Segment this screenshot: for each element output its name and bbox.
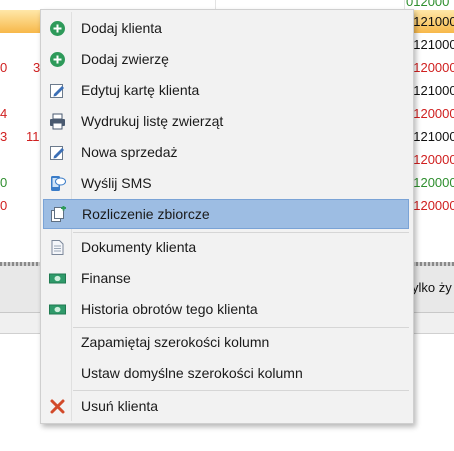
menu-item-edytuj-karte-klienta[interactable]: Edytuj kartę klienta bbox=[43, 76, 409, 105]
money-icon bbox=[49, 304, 66, 315]
cell-fragment: 4 bbox=[0, 106, 8, 121]
delete-x-icon bbox=[50, 399, 65, 414]
add-circle-icon bbox=[50, 21, 65, 36]
document-icon bbox=[51, 240, 64, 255]
context-menu: Dodaj klienta Dodaj zwierzę Edytuj kartę… bbox=[40, 9, 414, 424]
menu-item-label: Usuń klienta bbox=[81, 398, 159, 414]
cell-fragment: 3 bbox=[0, 129, 8, 144]
menu-item-label: Dodaj zwierzę bbox=[81, 51, 169, 67]
menu-item-label: Edytuj kartę klienta bbox=[81, 82, 200, 98]
menu-item-wyslij-sms[interactable]: Wyślij SMS bbox=[43, 169, 409, 198]
menu-item-label: Finanse bbox=[81, 270, 131, 286]
menu-item-dodaj-klienta[interactable]: Dodaj klienta bbox=[43, 14, 409, 43]
menu-item-label: Rozliczenie zbiorcze bbox=[82, 206, 210, 222]
menu-item-wydrukuj-liste-zwierzat[interactable]: Wydrukuj listę zwierząt bbox=[43, 107, 409, 136]
cell-fragment: 11 bbox=[26, 129, 40, 144]
edit-pencil-icon bbox=[50, 146, 64, 160]
documents-add-icon bbox=[51, 206, 66, 222]
filter-label: ylko ży bbox=[412, 280, 452, 295]
menu-item-dokumenty-klienta[interactable]: Dokumenty klienta bbox=[43, 233, 409, 262]
menu-item-nowa-sprzedaz[interactable]: Nowa sprzedaż bbox=[43, 138, 409, 167]
menu-item-label: Zapamiętaj szerokości kolumn bbox=[81, 334, 270, 350]
menu-item-label: Wyślij SMS bbox=[81, 175, 152, 191]
menu-item-label: Dokumenty klienta bbox=[81, 239, 197, 255]
menu-item-historia-obrotow[interactable]: Historia obrotów tego klienta bbox=[43, 295, 409, 324]
menu-item-ustaw-domyslne-szerokosci[interactable]: Ustaw domyślne szerokości kolumn bbox=[43, 359, 409, 388]
menu-item-zapamietaj-szerokosci[interactable]: Zapamiętaj szerokości kolumn bbox=[43, 328, 409, 357]
menu-item-usun-klienta[interactable]: Usuń klienta bbox=[43, 392, 409, 421]
menu-item-label: Ustaw domyślne szerokości kolumn bbox=[81, 365, 303, 381]
menu-item-finanse[interactable]: Finanse bbox=[43, 264, 409, 293]
add-circle-icon bbox=[50, 52, 65, 67]
menu-item-label: Historia obrotów tego klienta bbox=[81, 301, 258, 317]
menu-item-rozliczenie-zbiorcze[interactable]: Rozliczenie zbiorcze bbox=[43, 199, 409, 229]
cell-fragment: 0 bbox=[0, 198, 8, 213]
menu-item-label: Nowa sprzedaż bbox=[81, 144, 178, 160]
sms-phone-icon bbox=[51, 176, 66, 191]
edit-pencil-icon bbox=[50, 84, 64, 98]
cell-fragment: 0 bbox=[0, 175, 8, 190]
menu-item-label: Dodaj klienta bbox=[81, 20, 162, 36]
printer-icon bbox=[50, 113, 65, 130]
cell-fragment: 0 bbox=[0, 60, 8, 75]
money-icon bbox=[49, 273, 66, 284]
menu-item-label: Wydrukuj listę zwierząt bbox=[81, 113, 224, 129]
menu-separator bbox=[73, 390, 409, 391]
cell-value: 012000 bbox=[406, 0, 450, 9]
menu-item-dodaj-zwierze[interactable]: Dodaj zwierzę bbox=[43, 45, 409, 74]
